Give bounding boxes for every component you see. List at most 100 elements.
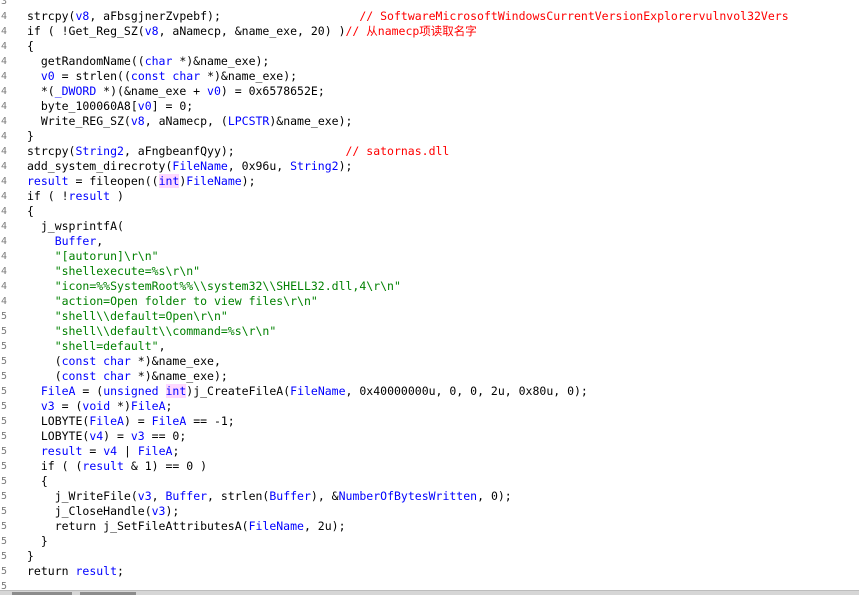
code-line[interactable]: byte_100060A8[v0] = 0; xyxy=(27,99,859,114)
code-line[interactable]: FileA = (unsigned int)j_CreateFileA(File… xyxy=(27,384,859,399)
code-line[interactable]: } xyxy=(27,549,859,564)
code-line[interactable]: } xyxy=(27,129,859,144)
code-line[interactable]: if ( (result & 1) == 0 ) xyxy=(27,459,859,474)
code-line[interactable]: "shell\\default\\command=%s\r\n" xyxy=(27,324,859,339)
code-identifier[interactable]: FileA xyxy=(131,399,166,413)
code-line[interactable]: strcpy(v8, aFbsgjnerZvpebf); // Software… xyxy=(27,9,859,24)
code-identifier[interactable]: FileName xyxy=(186,174,241,188)
code-identifier[interactable]: FileName xyxy=(290,384,345,398)
code-text: )j_CreateFileA( xyxy=(186,384,291,398)
code-identifier[interactable]: Buffer xyxy=(55,234,97,248)
code-line[interactable]: "shell=default", xyxy=(27,339,859,354)
code-text: , xyxy=(151,489,166,503)
code-text: ); xyxy=(165,504,180,518)
code-text: { xyxy=(27,474,48,488)
code-text: *)&name_exe); xyxy=(200,69,298,83)
code-identifier[interactable]: result xyxy=(75,564,117,578)
code-type: const char xyxy=(61,354,131,368)
code-text: = ( xyxy=(75,384,104,398)
code-line[interactable]: (const char *)&name_exe); xyxy=(27,369,859,384)
code-identifier[interactable]: FileName xyxy=(249,519,304,533)
code-line[interactable]: return j_SetFileAttributesA(FileName, 2u… xyxy=(27,519,859,534)
code-type: unsigned xyxy=(103,384,166,398)
code-line[interactable]: LOBYTE(v4) = v3 == 0; xyxy=(27,429,859,444)
code-line[interactable]: } xyxy=(27,534,859,549)
code-identifier[interactable]: v8 xyxy=(131,114,145,128)
code-identifier[interactable]: v4 xyxy=(89,429,103,443)
code-line[interactable] xyxy=(27,0,859,9)
code-identifier[interactable]: Buffer xyxy=(269,489,311,503)
code-text: j_wsprintfA( xyxy=(27,219,124,233)
code-identifier[interactable]: FileName xyxy=(172,159,227,173)
code-area[interactable]: strcpy(v8, aFbsgjnerZvpebf); // Software… xyxy=(27,0,859,579)
code-identifier[interactable]: result xyxy=(41,444,83,458)
code-line[interactable]: Write_REG_SZ(v8, aNamecp, (LPCSTR)&name_… xyxy=(27,114,859,129)
code-line[interactable]: strcpy(String2, aFngbeanfQyy); // satorn… xyxy=(27,144,859,159)
code-identifier[interactable]: v3 xyxy=(41,399,55,413)
code-identifier[interactable]: v0 xyxy=(138,99,152,113)
code-identifier[interactable]: v3 xyxy=(152,504,166,518)
code-line[interactable]: { xyxy=(27,204,859,219)
code-identifier[interactable]: FileA xyxy=(138,444,173,458)
code-identifier[interactable]: FileA xyxy=(41,384,76,398)
code-line[interactable]: { xyxy=(27,474,859,489)
code-line[interactable]: return result; xyxy=(27,564,859,579)
code-type: const char xyxy=(61,369,131,383)
code-line[interactable]: add_system_direcroty(FileName, 0x96u, St… xyxy=(27,159,859,174)
line-number: 5 xyxy=(1,506,8,517)
code-line[interactable]: "shellexecute=%s\r\n" xyxy=(27,264,859,279)
code-identifier[interactable]: v0 xyxy=(207,84,221,98)
code-line[interactable]: j_WriteFile(v3, Buffer, strlen(Buffer), … xyxy=(27,489,859,504)
code-line[interactable]: { xyxy=(27,39,859,54)
code-identifier[interactable]: FileA xyxy=(152,414,187,428)
code-text: ), & xyxy=(310,489,339,503)
code-text: ; xyxy=(117,564,124,578)
code-line[interactable]: LOBYTE(FileA) = FileA == -1; xyxy=(27,414,859,429)
code-line[interactable]: j_wsprintfA( xyxy=(27,219,859,234)
code-line[interactable]: "[autorun]\r\n" xyxy=(27,249,859,264)
code-line[interactable]: Buffer, xyxy=(27,234,859,249)
code-identifier[interactable]: v4 xyxy=(103,444,117,458)
line-number: 4 xyxy=(1,296,8,307)
horizontal-scrollbar[interactable] xyxy=(0,590,859,595)
pseudocode-editor[interactable]: 3444444444444444444445555555555555555555… xyxy=(0,0,859,595)
code-line[interactable]: result = v4 | FileA; xyxy=(27,444,859,459)
code-identifier[interactable]: v8 xyxy=(145,24,159,38)
code-text: , aNamecp, ( xyxy=(144,114,228,128)
code-identifier[interactable]: v3 xyxy=(131,429,145,443)
code-line[interactable]: if ( !result ) xyxy=(27,189,859,204)
code-line[interactable]: v0 = strlen((const char *)&name_exe); xyxy=(27,69,859,84)
code-text: byte_100060A8[ xyxy=(27,99,138,113)
code-line[interactable]: *(_DWORD *)(&name_exe + v0) = 0x6578652E… xyxy=(27,84,859,99)
code-line[interactable]: "action=Open folder to view files\r\n" xyxy=(27,294,859,309)
code-line[interactable]: (const char *)&name_exe, xyxy=(27,354,859,369)
code-line[interactable]: "icon=%%SystemRoot%%\\system32\\SHELL32.… xyxy=(27,279,859,294)
code-identifier[interactable]: result xyxy=(27,174,69,188)
code-identifier[interactable]: String2 xyxy=(290,159,338,173)
code-identifier[interactable]: v0 xyxy=(41,69,55,83)
code-line[interactable]: v3 = (void *)FileA; xyxy=(27,399,859,414)
code-line[interactable]: "shell\\default=Open\r\n" xyxy=(27,309,859,324)
code-text: , aNamecp, &name_exe, 20) ) xyxy=(158,24,346,38)
code-text: , 2u); xyxy=(303,519,346,533)
code-identifier[interactable]: v3 xyxy=(138,489,152,503)
code-identifier[interactable]: result xyxy=(69,189,111,203)
code-identifier[interactable]: String2 xyxy=(75,144,123,158)
code-identifier[interactable]: Buffer xyxy=(166,489,208,503)
code-line[interactable]: getRandomName((char *)&name_exe); xyxy=(27,54,859,69)
code-identifier[interactable]: NumberOfBytesWritten xyxy=(339,489,477,503)
code-text: add_system_direcroty( xyxy=(27,159,173,173)
line-number: 3 xyxy=(1,0,8,7)
code-line[interactable]: if ( !Get_Reg_SZ(v8, aNamecp, &name_exe,… xyxy=(27,24,859,39)
line-number: 5 xyxy=(1,446,8,457)
code-line[interactable]: result = fileopen((int)FileName); xyxy=(27,174,859,189)
code-line[interactable]: j_CloseHandle(v3); xyxy=(27,504,859,519)
code-text: ) = xyxy=(103,429,131,443)
code-identifier[interactable]: v8 xyxy=(75,9,89,23)
code-identifier[interactable]: result xyxy=(82,459,124,473)
code-string: "shellexecute=%s\r\n" xyxy=(54,264,201,278)
code-identifier[interactable]: FileA xyxy=(89,414,124,428)
code-text: Write_REG_SZ( xyxy=(27,114,131,128)
